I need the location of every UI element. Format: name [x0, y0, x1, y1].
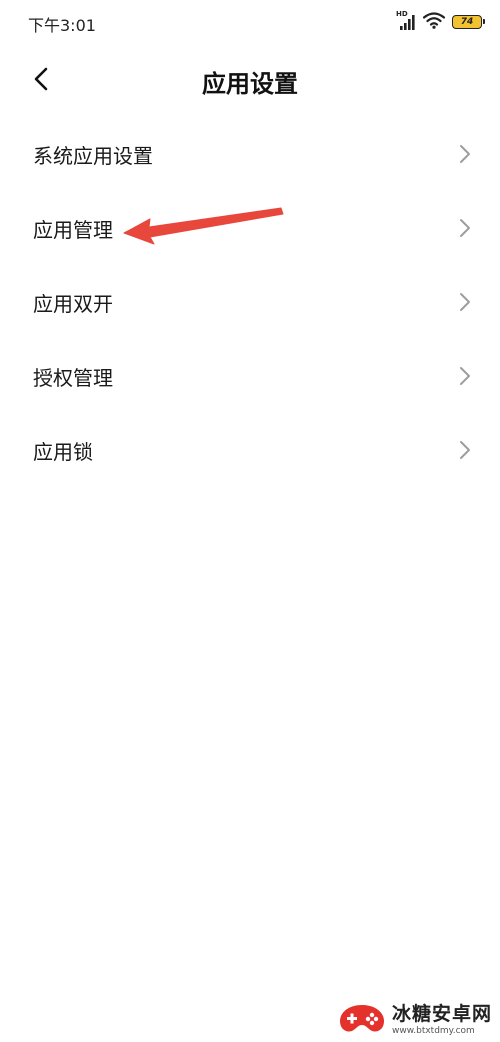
- chevron-right-icon: [460, 367, 470, 385]
- chevron-right-icon: [460, 145, 470, 163]
- list-item-label: 应用锁: [33, 439, 93, 464]
- list-item-label: 应用双开: [33, 291, 113, 316]
- battery-icon: 74: [452, 15, 485, 29]
- wifi-icon: [422, 11, 446, 33]
- status-icons: HD 74: [396, 10, 485, 33]
- chevron-right-icon: [460, 219, 470, 237]
- watermark-text: 冰糖安卓网 www.btxtdmy.com: [392, 999, 492, 1036]
- watermark: 冰糖安卓网 www.btxtdmy.com: [338, 999, 492, 1036]
- list-item-label: 应用管理: [33, 217, 113, 242]
- watermark-url: www.btxtdmy.com: [391, 1026, 475, 1036]
- chevron-right-icon: [460, 441, 470, 459]
- page-title: 应用设置: [202, 70, 298, 98]
- battery-level: 74: [460, 17, 474, 27]
- header: 应用设置: [0, 50, 500, 110]
- watermark-logo-icon: [339, 1004, 384, 1032]
- list-item-app-management[interactable]: 应用管理: [0, 191, 500, 265]
- cellular-signal-icon: HD: [396, 10, 416, 31]
- watermark-title: 冰糖安卓网: [391, 1003, 492, 1025]
- settings-list: 系统应用设置 应用管理 应用双开 授权管理 应用锁: [0, 117, 500, 487]
- chevron-right-icon: [460, 293, 470, 311]
- list-item-label: 授权管理: [33, 365, 113, 390]
- list-item-permissions[interactable]: 授权管理: [0, 339, 500, 413]
- status-time: 下午3:01: [28, 16, 96, 35]
- list-item-system-app-settings[interactable]: 系统应用设置: [0, 117, 500, 191]
- list-item-dual-apps[interactable]: 应用双开: [0, 265, 500, 339]
- list-item-app-lock[interactable]: 应用锁: [0, 413, 500, 487]
- hd-label: HD: [396, 10, 408, 18]
- status-bar: 下午3:01 HD 74: [0, 0, 500, 44]
- app-settings-screen: 下午3:01 HD 74 应用设置 系统应用设置 应用管理 应用双开 授权管理 …: [0, 0, 500, 1042]
- list-item-label: 系统应用设置: [33, 143, 153, 168]
